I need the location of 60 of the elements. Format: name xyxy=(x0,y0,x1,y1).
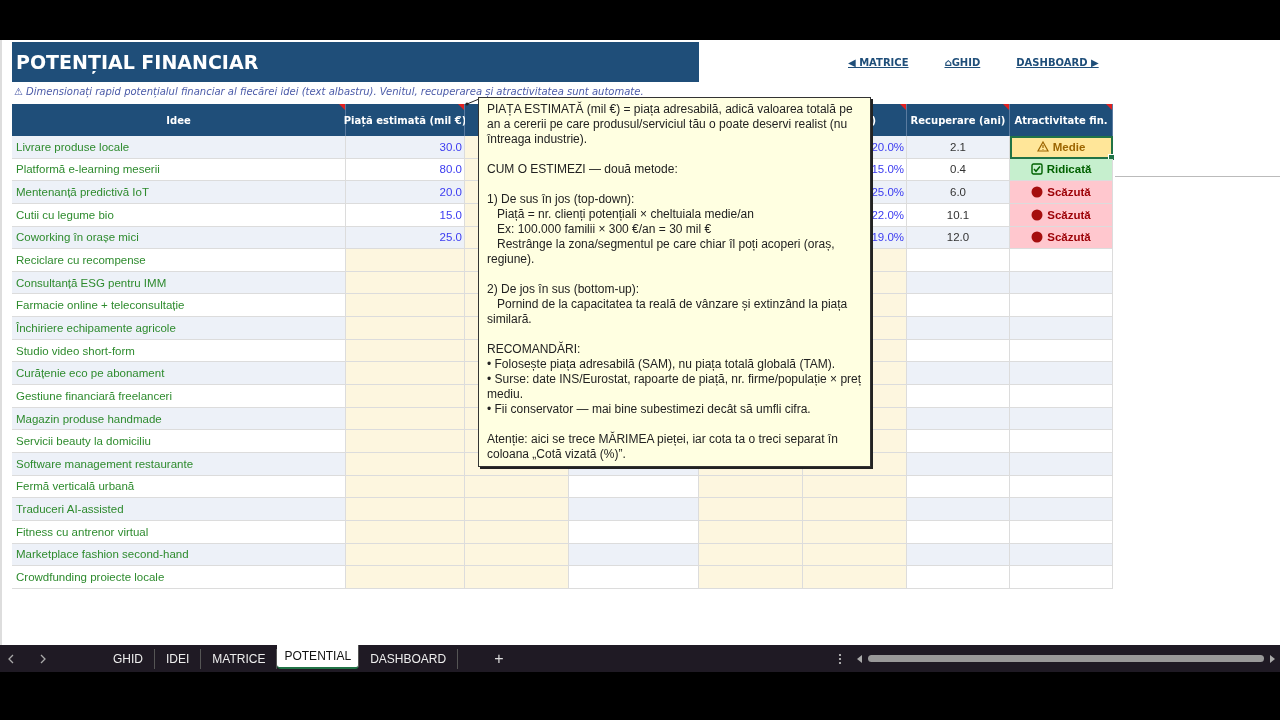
note-text: Atenție: aici se trece MĂRIMEA pieței, iar cota ta o treci separat în coloana „Cotă vizată (%)”. xyxy=(487,432,839,462)
note-text: CUM O ESTIMEZI — două metode: xyxy=(487,162,679,177)
idea-cell: Cutii cu legume bio xyxy=(12,203,346,227)
idea-cell: Marketplace fashion second-hand xyxy=(12,543,346,567)
nav-link[interactable]: ⌂GHID xyxy=(944,56,981,68)
scroll-left-icon[interactable] xyxy=(856,653,864,664)
idea-cell: Traduceri AI-assisted xyxy=(12,498,346,521)
dot-icon xyxy=(1031,208,1044,221)
rating-cell: Medie xyxy=(1010,136,1113,159)
column-header: Atractivitate fin. xyxy=(1010,104,1113,136)
note-text: • Surse: date INS/Eurostat, rapoarte de piață, nr. firme/populație × preț mediu. xyxy=(487,372,862,402)
add-sheet-button[interactable]: + xyxy=(494,649,504,668)
idea-cell: Magazin produse handmade xyxy=(12,407,346,431)
sheet-title: POTENȚIAL FINANCIAR xyxy=(12,42,699,82)
idea-cell: Gestiune financiară freelanceri xyxy=(12,385,346,408)
nav-link[interactable]: ◀ MATRICE xyxy=(848,56,909,68)
more-icon[interactable] xyxy=(838,652,842,665)
rating-cell: Scăzută xyxy=(1010,226,1113,250)
sheet-tab[interactable]: DASHBOARD xyxy=(359,648,459,669)
value-cell: 12.0 xyxy=(907,226,1010,250)
note-text: 1) De sus în jos (top-down): xyxy=(487,192,636,207)
value-cell: 30.0 xyxy=(346,136,465,159)
idea-cell: Mentenanță predictivă IoT xyxy=(12,181,346,204)
scroll-right-icon[interactable] xyxy=(1268,653,1276,664)
idea-cell: Software management restaurante xyxy=(12,452,346,476)
idea-cell: Servicii beauty la domiciliu xyxy=(12,430,346,453)
sheet-tab[interactable]: POTENTIAL xyxy=(277,644,360,669)
dot-icon xyxy=(1031,231,1044,244)
rating-cell: Ridicată xyxy=(1010,158,1113,182)
scrollbar-thumb[interactable] xyxy=(868,655,1264,662)
note-text: Pornind de la capacitatea ta reală de vânzare și extinzând la piața similară. xyxy=(487,297,849,327)
value-cell: 20.0 xyxy=(346,181,465,204)
value-cell: 2.1 xyxy=(907,136,1010,159)
idea-cell: Coworking în orașe mici xyxy=(12,226,346,250)
note-text: Piață = nr. clienți potențiali × cheltuiala medie/an xyxy=(496,207,755,222)
idea-cell: Livrare produse locale xyxy=(12,136,346,159)
note-text: • Fii conservator — mai bine subestimezi decât să umfli cifra. xyxy=(487,402,812,417)
value-cell: 25.0 xyxy=(346,226,465,250)
column-header: Piață estimată (mil €) xyxy=(346,104,465,136)
warning-icon xyxy=(1036,141,1049,153)
sheet-tab[interactable]: IDEI xyxy=(155,648,202,669)
note-text: • Folosește piața adresabilă (SAM), nu piața totală globală (TAM). xyxy=(487,357,837,372)
idea-cell: Fitness cu antrenor virtual xyxy=(12,520,346,544)
instruction-text: ⚠ Dimensionați rapid potențialul financiar al fiecărei idei (text albastru). Venitul, recuperarea și atractivitatea sunt automate. xyxy=(13,85,644,98)
sheet-tab[interactable]: GHID xyxy=(102,648,155,669)
idea-cell: Reciclare cu recompense xyxy=(12,249,346,272)
column-header: Recuperare (ani) xyxy=(907,104,1010,136)
idea-cell: Consultanță ESG pentru IMM xyxy=(12,271,346,295)
note-text: RECOMANDĂRI: xyxy=(487,342,582,357)
checkbox-icon xyxy=(1030,163,1043,176)
idea-cell: Curățenie eco pe abonament xyxy=(12,362,346,386)
nav-link[interactable]: DASHBOARD ▶ xyxy=(1016,56,1099,68)
rating-cell: Scăzută xyxy=(1010,203,1113,227)
idea-cell: Închiriere echipamente agricole xyxy=(12,317,346,340)
value-cell: 6.0 xyxy=(907,181,1010,204)
rating-cell: Scăzută xyxy=(1010,181,1113,204)
dot-icon xyxy=(1031,186,1044,199)
note-text: 2) De jos în sus (bottom-up): xyxy=(487,282,641,297)
idea-cell: Crowdfunding proiecte locale xyxy=(12,566,346,589)
note-text: Ex: 100.000 familii × 300 €/an = 30 mil € xyxy=(496,222,713,237)
